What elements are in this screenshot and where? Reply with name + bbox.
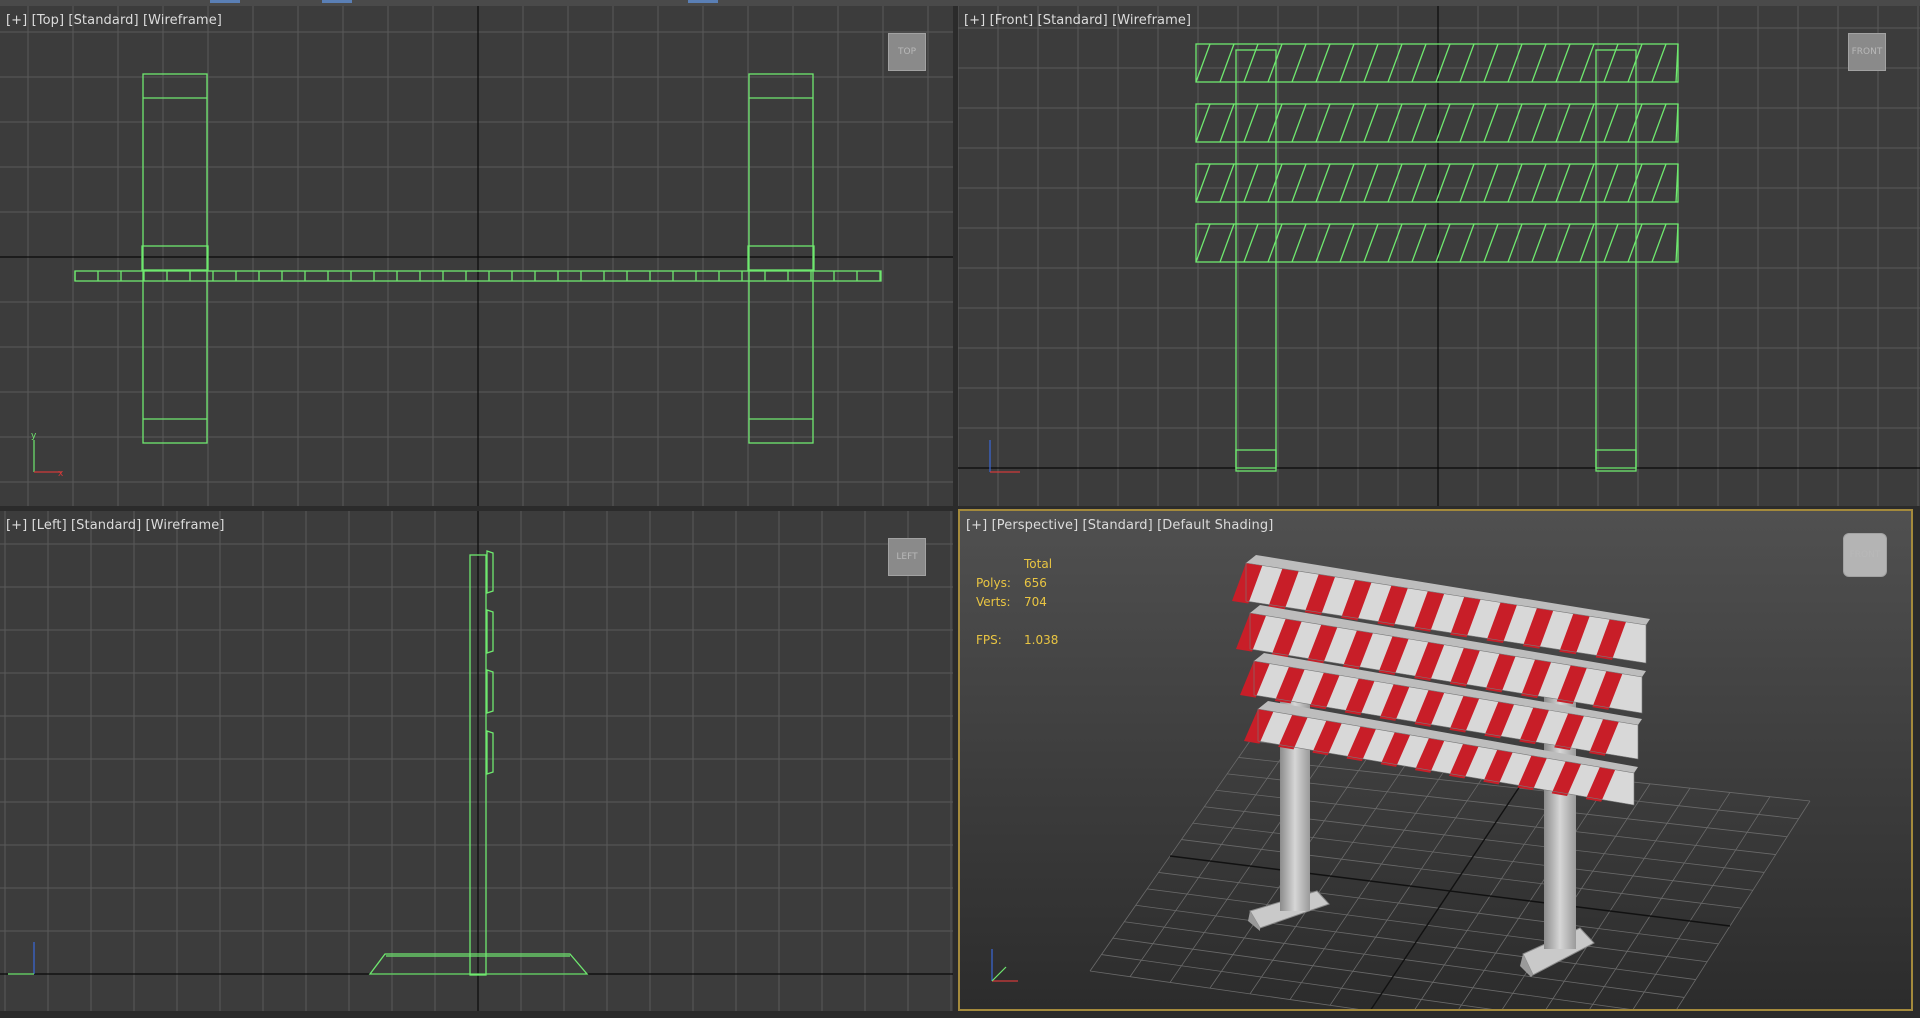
view-type-menu[interactable]: [Perspective] [992, 518, 1079, 533]
axis-tripod-icon [8, 942, 35, 975]
view-cube-icon[interactable]: LEFT [888, 538, 926, 576]
viewport-menu-button[interactable]: [+] [966, 518, 987, 533]
left-post[interactable] [1235, 49, 1277, 472]
view-type-menu[interactable]: [Front] [990, 13, 1034, 28]
view-cube-icon[interactable]: FRONT [1848, 33, 1886, 71]
stats-fps-label: FPS: [976, 633, 1002, 647]
top-view-canvas[interactable]: y x [0, 6, 953, 506]
right-post-base[interactable] [748, 73, 814, 444]
world-axes [958, 6, 1920, 506]
viewport-front[interactable]: [+] [Front] [Standard] [Wireframe] FRONT [958, 6, 1920, 506]
world-axes [0, 511, 953, 1011]
view-mode-menu[interactable]: [Standard] [71, 518, 141, 533]
view-mode-menu[interactable]: [Standard] [1038, 13, 1108, 28]
shading-menu[interactable]: [Wireframe] [146, 518, 225, 533]
front-view-canvas[interactable] [958, 6, 1920, 506]
axis-tripod-icon: y x [31, 431, 64, 479]
view-mode-menu[interactable]: [Standard] [1083, 518, 1153, 533]
shading-menu[interactable]: [Wireframe] [143, 13, 222, 28]
right-post[interactable] [1595, 49, 1637, 472]
viewport-menu-button[interactable]: [+] [6, 13, 27, 28]
grid [958, 6, 1920, 506]
view-type-menu[interactable]: [Left] [32, 518, 67, 533]
stats-fps-value: 1.038 [1024, 633, 1059, 647]
toolbar-tab-marker[interactable] [688, 0, 718, 3]
left-post-base[interactable] [142, 73, 208, 444]
svg-text:y: y [31, 431, 37, 441]
shading-menu[interactable]: [Wireframe] [1112, 13, 1191, 28]
viewport-label-top[interactable]: [+] [Top] [Standard] [Wireframe] [6, 13, 222, 28]
viewport-label-left[interactable]: [+] [Left] [Standard] [Wireframe] [6, 518, 225, 533]
stats-verts-label: Verts: [976, 595, 1011, 609]
view-mode-menu[interactable]: [Standard] [68, 13, 138, 28]
perspective-view-canvas[interactable] [960, 511, 1911, 1009]
stats-total-label: Total [1024, 557, 1053, 571]
view-cube-label: TOP [897, 47, 916, 57]
view-cube-icon[interactable]: TOP [888, 33, 926, 71]
axis-tripod-icon [989, 440, 1020, 473]
view-cube-icon[interactable]: FRONT [1843, 533, 1887, 577]
view-type-menu[interactable]: [Top] [32, 13, 65, 28]
stats-polys-value: 656 [1024, 576, 1047, 590]
grid [0, 511, 953, 1011]
viewport-top[interactable]: y x [+] [Top] [Standard] [Wireframe] TOP [0, 6, 953, 506]
viewport-menu-button[interactable]: [+] [964, 13, 985, 28]
view-cube-label: FRONT [1851, 47, 1883, 57]
stats-verts-value: 704 [1024, 595, 1047, 609]
left-view-canvas[interactable] [0, 511, 953, 1011]
boards[interactable] [1195, 43, 1679, 263]
view-cube-label: FRONT [1849, 550, 1881, 560]
toolbar-tab-marker[interactable] [210, 0, 240, 3]
view-cube-label: LEFT [896, 552, 918, 562]
viewport-left[interactable]: [+] [Left] [Standard] [Wireframe] LEFT [0, 511, 953, 1011]
viewport-label-perspective[interactable]: [+] [Perspective] [Standard] [Default Sh… [966, 518, 1273, 533]
stats-polys-label: Polys: [976, 576, 1011, 590]
viewport-menu-button[interactable]: [+] [6, 518, 27, 533]
toolbar-tab-marker[interactable] [322, 0, 352, 3]
svg-text:x: x [58, 469, 64, 479]
viewport-label-front[interactable]: [+] [Front] [Standard] [Wireframe] [964, 13, 1191, 28]
shading-menu[interactable]: [Default Shading] [1157, 518, 1273, 533]
viewport-perspective[interactable]: [+] [Perspective] [Standard] [Default Sh… [958, 509, 1913, 1011]
statistics-overlay: Total Polys: 656 Verts: 704 FPS: 1.038 [976, 555, 1058, 650]
